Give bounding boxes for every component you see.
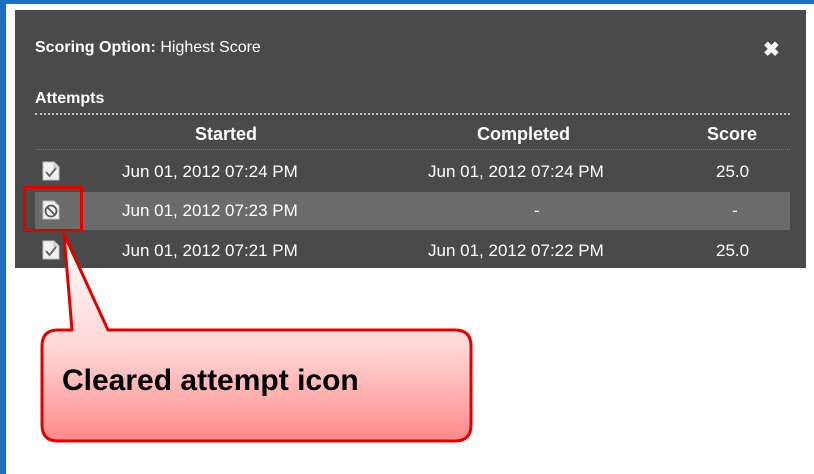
callout-bubble — [40, 232, 473, 443]
callout-label: Cleared attempt icon — [62, 364, 359, 397]
